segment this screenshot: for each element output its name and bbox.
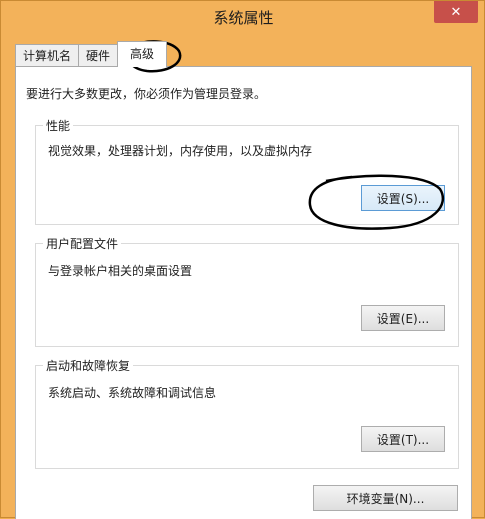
performance-group-title: 性能 xyxy=(43,117,74,134)
performance-group: 性能 视觉效果，处理器计划，内存使用，以及虚拟内存 设置(S)... xyxy=(35,117,459,225)
user-profiles-description: 与登录帐户相关的桌面设置 xyxy=(48,264,193,278)
close-icon: ✕ xyxy=(450,4,462,20)
startup-recovery-settings-button[interactable]: 设置(T)... xyxy=(361,426,445,452)
tab-strip: 计算机名 硬件 高级 xyxy=(15,41,168,67)
tab-advanced[interactable]: 高级 xyxy=(117,41,168,67)
startup-recovery-group-title: 启动和故障恢复 xyxy=(43,357,134,374)
admin-note: 要进行大多数更改，你必须作为管理员登录。 xyxy=(26,87,267,101)
performance-settings-button[interactable]: 设置(S)... xyxy=(361,185,445,211)
performance-description: 视觉效果，处理器计划，内存使用，以及虚拟内存 xyxy=(48,144,313,158)
window-title: 系统属性 xyxy=(213,9,274,27)
environment-variables-button[interactable]: 环境变量(N)... xyxy=(313,485,458,511)
startup-recovery-group: 启动和故障恢复 系统启动、系统故障和调试信息 设置(T)... xyxy=(35,357,459,469)
startup-recovery-description: 系统启动、系统故障和调试信息 xyxy=(48,386,217,400)
user-profiles-settings-button[interactable]: 设置(E)... xyxy=(361,305,445,331)
user-profiles-group: 用户配置文件 与登录帐户相关的桌面设置 设置(E)... xyxy=(35,235,459,347)
title-bar[interactable]: 系统属性 ✕ xyxy=(1,1,485,33)
close-button[interactable]: ✕ xyxy=(434,1,478,23)
system-properties-window: 系统属性 ✕ 计算机名 硬件 高级 要进行大多数更改，你必须作为管理员登录。 性… xyxy=(0,0,485,519)
user-profiles-group-title: 用户配置文件 xyxy=(43,235,122,252)
tab-hardware[interactable]: 硬件 xyxy=(78,44,119,67)
tab-computer-name[interactable]: 计算机名 xyxy=(15,44,80,67)
